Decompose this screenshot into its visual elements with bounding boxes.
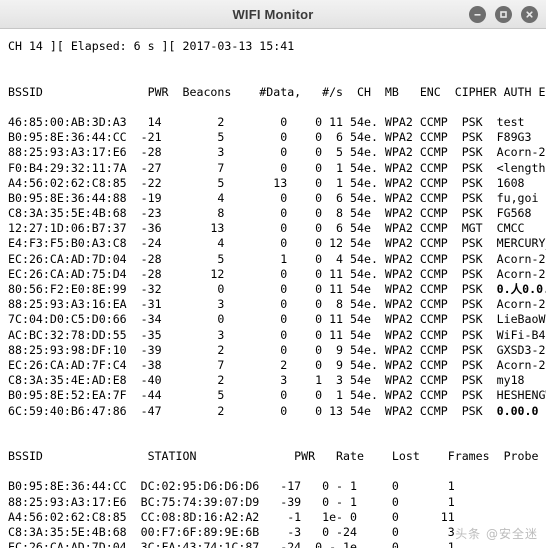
ap-table-row: 7C:04:D0:C5:D0:66 -34 0 0 0 11 54e WPA2 … xyxy=(0,312,546,327)
status-line: CH 14 ][ Elapsed: 6 s ][ 2017-03-13 15:4… xyxy=(8,39,295,53)
ap-row-essid: GXSD3-2.4 xyxy=(496,342,546,357)
ap-table-row: 88:25:93:98:DF:10 -39 2 0 0 9 54e. WPA2 … xyxy=(0,343,546,358)
ap-row-fields: 88:25:93:A3:17:E6 -28 3 0 0 5 54e. WPA2 … xyxy=(8,145,497,160)
ap-row-fields: C8:3A:35:4E:AD:E8 -40 2 3 1 3 54e WPA2 C… xyxy=(8,373,497,388)
ap-row-essid: 0.00.0 xyxy=(496,403,539,418)
watermark: 头条 @安全迷 xyxy=(455,526,538,541)
ap-row-fields: 88:25:93:98:DF:10 -39 2 0 0 9 54e. WPA2 … xyxy=(8,342,497,357)
ap-table-row: F0:B4:29:32:11:7A -27 7 0 0 1 54e. WPA2 … xyxy=(0,161,546,176)
ap-row-essid: LieBaoWiFi125 xyxy=(496,312,546,327)
ap-row-fields: B0:95:8E:36:44:CC -21 5 0 0 6 54e. WPA2 … xyxy=(8,130,497,145)
maximize-button[interactable] xyxy=(495,5,512,23)
ap-row-fields: 6C:59:40:B6:47:86 -47 2 0 0 13 54e WPA2 … xyxy=(8,403,497,418)
ap-row-fields: C8:3A:35:5E:4B:68 -23 8 0 0 8 54e WPA2 C… xyxy=(8,206,497,221)
ap-table-row: AC:BC:32:78:DD:55 -35 3 0 0 11 54e WPA2 … xyxy=(0,328,546,343)
ap-table-row: B0:95:8E:52:EA:7F -44 5 0 0 1 54e. WPA2 … xyxy=(0,388,546,403)
ap-row-essid: FG568 xyxy=(496,206,532,221)
ap-row-essid: CMCC xyxy=(496,221,525,236)
station-table-row: 88:25:93:A3:17:E6 BC:75:74:39:07:D9 -39 … xyxy=(8,494,476,509)
ap-row-essid: Acorn-2G xyxy=(496,251,546,266)
ap-row-essid: my18 xyxy=(496,373,525,388)
ap-row-fields: 12:27:1D:06:B7:37 -36 13 0 0 6 54e WPA2 … xyxy=(8,221,497,236)
ap-row-fields: AC:BC:32:78:DD:55 -35 3 0 0 11 54e WPA2 … xyxy=(8,327,497,342)
terminal-output[interactable]: CH 14 ][ Elapsed: 6 s ][ 2017-03-13 15:4… xyxy=(0,29,546,548)
ap-row-fields: E4:F3:F5:B0:A3:C8 -24 4 0 0 12 54e WPA2 … xyxy=(8,236,497,251)
ap-row-fields: B0:95:8E:52:EA:7F -44 5 0 0 1 54e. WPA2 … xyxy=(8,388,497,403)
ap-row-essid: Acorn-2G xyxy=(496,266,546,281)
ap-row-fields: EC:26:CA:AD:75:D4 -28 12 0 0 11 54e. WPA… xyxy=(8,266,497,281)
ap-table-body: 46:85:00:AB:3D:A3 14 2 0 0 11 54e. WPA2 … xyxy=(0,115,546,419)
ap-table-header: BSSID PWR Beacons #Data, #/s CH MB ENC C… xyxy=(8,84,546,99)
station-table-row: A4:56:02:62:C8:85 CC:08:8D:16:A2:A2 -1 1… xyxy=(8,509,476,524)
ap-table-row: A4:56:02:62:C8:85 -22 5 13 0 1 54e. WPA2… xyxy=(0,176,546,191)
ap-table-row: 88:25:93:A3:16:EA -31 3 0 0 8 54e. WPA2 … xyxy=(0,297,546,312)
ap-table-row: B0:95:8E:36:44:88 -19 4 0 0 6 54e. WPA2 … xyxy=(0,191,546,206)
ap-table-row: B0:95:8E:36:44:CC -21 5 0 0 6 54e. WPA2 … xyxy=(0,130,546,145)
ap-table-row: 80:56:F2:E0:8E:99 -32 0 0 0 11 54e WPA2 … xyxy=(0,282,546,297)
ap-table-row: EC:26:CA:AD:7D:04 -28 5 1 0 4 54e. WPA2 … xyxy=(0,252,546,267)
station-table-row: B0:95:8E:36:44:CC DC:02:95:D6:D6:D6 -17 … xyxy=(8,479,476,494)
ap-row-essid: Acorn-2G xyxy=(496,357,546,372)
ap-table-row: EC:26:CA:AD:75:D4 -28 12 0 0 11 54e. WPA… xyxy=(0,267,546,282)
ap-row-essid: HESHENGWANG xyxy=(496,388,546,403)
ap-row-fields: 80:56:F2:E0:8E:99 -32 0 0 0 11 54e WPA2 … xyxy=(8,282,497,296)
title-bar[interactable]: WIFI Monitor xyxy=(0,0,546,29)
ap-row-essid: Acorn-2G xyxy=(496,145,546,160)
ap-row-fields: B0:95:8E:36:44:88 -19 4 0 0 6 54e. WPA2 … xyxy=(8,190,497,205)
close-button[interactable] xyxy=(521,5,538,23)
ap-row-fields: EC:26:CA:AD:7D:04 -28 5 1 0 4 54e. WPA2 … xyxy=(8,251,497,266)
ap-table-row: 12:27:1D:06:B7:37 -36 13 0 0 6 54e WPA2 … xyxy=(0,221,546,236)
ap-table-row: 46:85:00:AB:3D:A3 14 2 0 0 11 54e. WPA2 … xyxy=(0,115,546,130)
ap-row-essid: 1608 xyxy=(496,175,525,190)
ap-table-row: 88:25:93:A3:17:E6 -28 3 0 0 5 54e. WPA2 … xyxy=(0,145,546,160)
minimize-button[interactable] xyxy=(469,5,486,23)
ap-row-fields: A4:56:02:62:C8:85 -22 5 13 0 1 54e. WPA2… xyxy=(8,175,497,190)
ap-table-row: C8:3A:35:4E:AD:E8 -40 2 3 1 3 54e WPA2 C… xyxy=(0,373,546,388)
station-table-header: BSSID STATION PWR Rate Lost Frames Probe xyxy=(8,449,539,464)
ap-row-essid: fu,goi xyxy=(496,190,539,205)
ap-row-fields: 7C:04:D0:C5:D0:66 -34 0 0 0 11 54e WPA2 … xyxy=(8,312,497,327)
ap-row-fields: 88:25:93:A3:16:EA -31 3 0 0 8 54e. WPA2 … xyxy=(8,297,497,312)
ap-table-row: EC:26:CA:AD:7F:C4 -38 7 2 0 9 54e. WPA2 … xyxy=(0,358,546,373)
ap-row-essid: Acorn-2G xyxy=(496,297,546,312)
ap-row-fields: F0:B4:29:32:11:7A -27 7 0 0 1 54e. WPA2 … xyxy=(8,160,497,175)
window-title: WIFI Monitor xyxy=(232,6,314,22)
ap-table-row: 6C:59:40:B6:47:86 -47 2 0 0 13 54e WPA2 … xyxy=(0,404,546,419)
ap-row-essid: test xyxy=(496,114,525,129)
ap-table-row: C8:3A:35:5E:4B:68 -23 8 0 0 8 54e WPA2 C… xyxy=(0,206,546,221)
ap-row-essid: MERCURY_A3C8 xyxy=(496,236,546,251)
ap-row-fields: 46:85:00:AB:3D:A3 14 2 0 0 11 54e. WPA2 … xyxy=(8,114,497,129)
ap-table-row: E4:F3:F5:B0:A3:C8 -24 4 0 0 12 54e WPA2 … xyxy=(0,236,546,251)
window-controls xyxy=(469,0,538,28)
ap-row-essid: <length: 0> xyxy=(496,160,546,175)
ap-row-essid: F89G3 xyxy=(496,130,532,145)
wifi-monitor-window: WIFI Monitor CH 14 ][ Elapsed: 6 s ][ 20… xyxy=(0,0,546,548)
ap-row-essid: WiFi-B4 xyxy=(496,327,546,342)
ap-row-fields: EC:26:CA:AD:7F:C4 -38 7 2 0 9 54e. WPA2 … xyxy=(8,357,497,372)
ap-row-essid: 0.人0.0.0 xyxy=(496,282,546,296)
